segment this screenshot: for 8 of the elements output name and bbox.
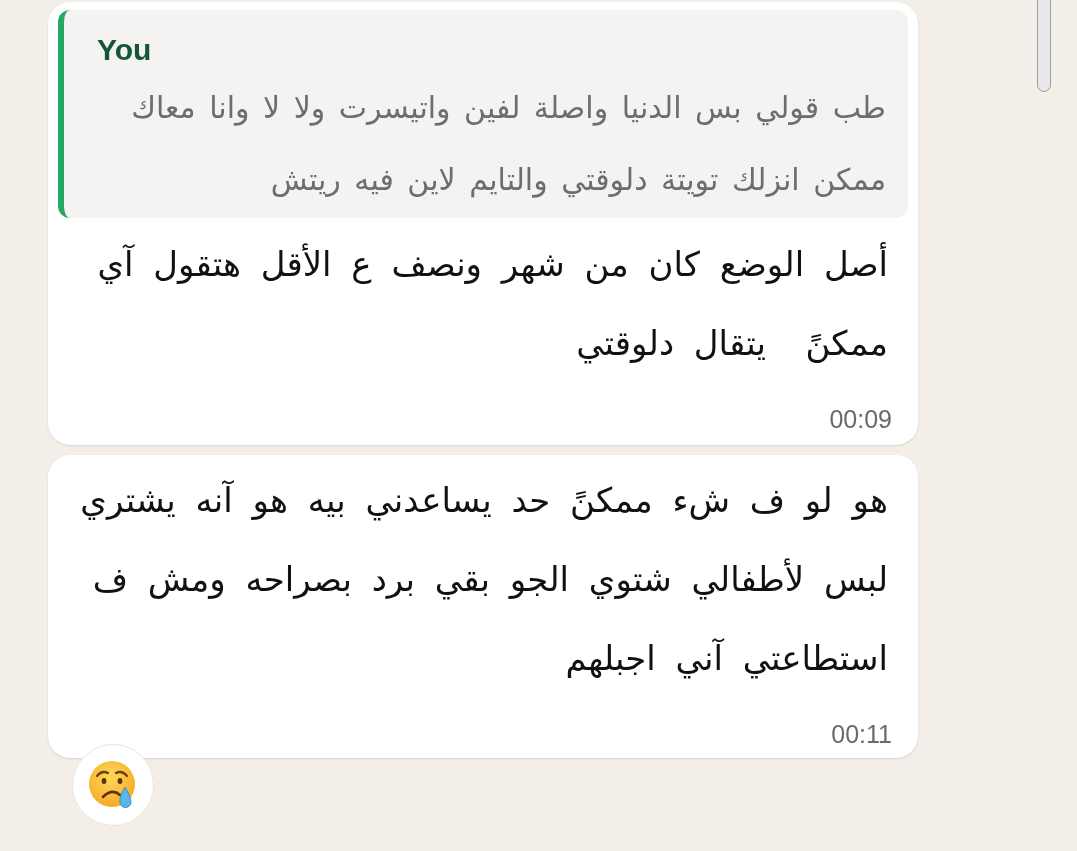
- quoted-text: طب قولي بس الدنيا واصلة لفين واتيسرت ولا لا وانا معاك ممكن انزلك تويتة دلوقتي والتايم لاين فيه ريتش: [130, 89, 886, 200]
- message-time: 00:11: [831, 719, 892, 750]
- quote-author: You: [97, 32, 152, 68]
- crying-face-icon: [88, 760, 138, 810]
- scrollbar-thumb[interactable]: [1037, 0, 1051, 92]
- message-text: أصل الوضع كان من شهر ونصف ع الأقل هتقول آي ممكنً يتقال دلوقتي: [96, 241, 889, 366]
- message-time: 00:09: [829, 404, 892, 435]
- message-text: هو لو ف شء ممكنً حد يساعدني بيه هو آنه يشتري لبس لأطفالي شتوي الجو بقي برد بصراحه ومش ف استطاعتي آني اجبلهم: [79, 479, 889, 681]
